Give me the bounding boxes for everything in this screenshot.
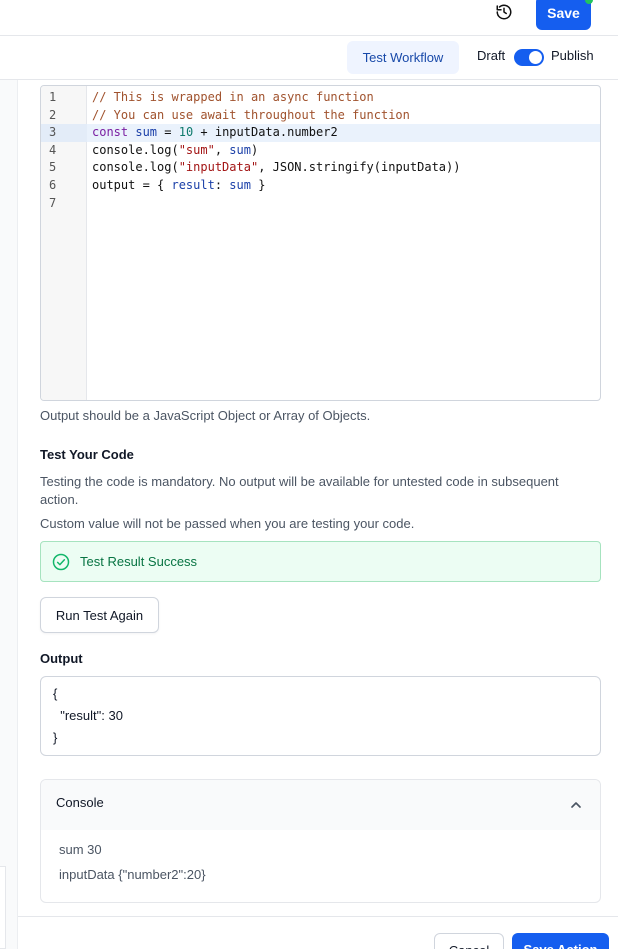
code-line[interactable]: console.log("inputData", JSON.stringify(… xyxy=(92,159,460,177)
line-number: 5 xyxy=(49,160,57,175)
gutter-active-line xyxy=(41,124,87,142)
save-action-button[interactable]: Save Action xyxy=(512,933,609,949)
test-your-code-heading: Test Your Code xyxy=(40,447,134,462)
code-line[interactable]: // You can use await throughout the func… xyxy=(92,107,410,125)
publish-label: Publish xyxy=(551,48,594,63)
left-canvas-rail xyxy=(0,80,18,949)
test-workflow-button[interactable]: Test Workflow xyxy=(347,41,459,74)
line-number: 7 xyxy=(49,195,57,210)
test-result-banner: Test Result Success xyxy=(40,541,601,582)
console-title: Console xyxy=(56,795,104,810)
chevron-up-icon[interactable] xyxy=(568,797,584,813)
output-line: } xyxy=(53,730,58,745)
line-number: 1 xyxy=(49,90,57,104)
output-line: { xyxy=(53,686,58,701)
check-circle-icon xyxy=(52,553,70,571)
code-line[interactable]: const sum = 10 + inputData.number2 xyxy=(92,124,338,142)
output-line: "result": 30 xyxy=(53,708,123,723)
history-icon xyxy=(496,4,512,20)
run-test-again-button[interactable]: Run Test Again xyxy=(40,597,159,633)
cancel-button[interactable]: Cancel xyxy=(434,933,504,949)
code-line[interactable]: console.log("sum", sum) xyxy=(92,142,258,160)
history-button[interactable] xyxy=(492,1,516,23)
toggle-knob xyxy=(529,51,542,64)
line-number-gutter: 1 2 3 4 5 6 7 xyxy=(41,86,87,400)
console-panel: Console sum 30 inputData {"number2":20} xyxy=(40,779,601,903)
line-number: 6 xyxy=(49,178,57,192)
custom-value-note: Custom value will not be passed when you… xyxy=(40,516,415,531)
test-result-label: Test Result Success xyxy=(80,554,198,569)
top-bar: Save xyxy=(0,0,618,36)
code-editor[interactable]: 1 2 3 4 5 6 7 // This is wrapped in an a… xyxy=(40,85,601,401)
code-line[interactable]: output = { result: sum } xyxy=(92,177,265,195)
line-number: 3 xyxy=(49,125,57,140)
line-number: 4 xyxy=(49,142,57,157)
output-panel: { "result": 30 } xyxy=(40,676,601,756)
console-header[interactable]: Console xyxy=(41,780,600,830)
unsaved-indicator-dot xyxy=(585,0,593,4)
test-mandatory-note: Testing the code is mandatory. No output… xyxy=(40,474,559,507)
code-line[interactable]: // This is wrapped in an async function xyxy=(92,89,374,107)
output-heading: Output xyxy=(40,651,83,666)
publish-toggle[interactable] xyxy=(514,49,544,66)
console-log-line: sum 30 xyxy=(59,842,102,857)
draft-label: Draft xyxy=(477,48,506,63)
left-panel-edge xyxy=(0,866,6,949)
workflow-toolbar: Test Workflow Draft Publish xyxy=(0,36,618,80)
line-number: 2 xyxy=(49,107,57,122)
console-log-line: inputData {"number2":20} xyxy=(59,867,206,882)
output-helper-text: Output should be a JavaScript Object or … xyxy=(40,408,371,423)
save-button[interactable]: Save xyxy=(536,0,591,30)
